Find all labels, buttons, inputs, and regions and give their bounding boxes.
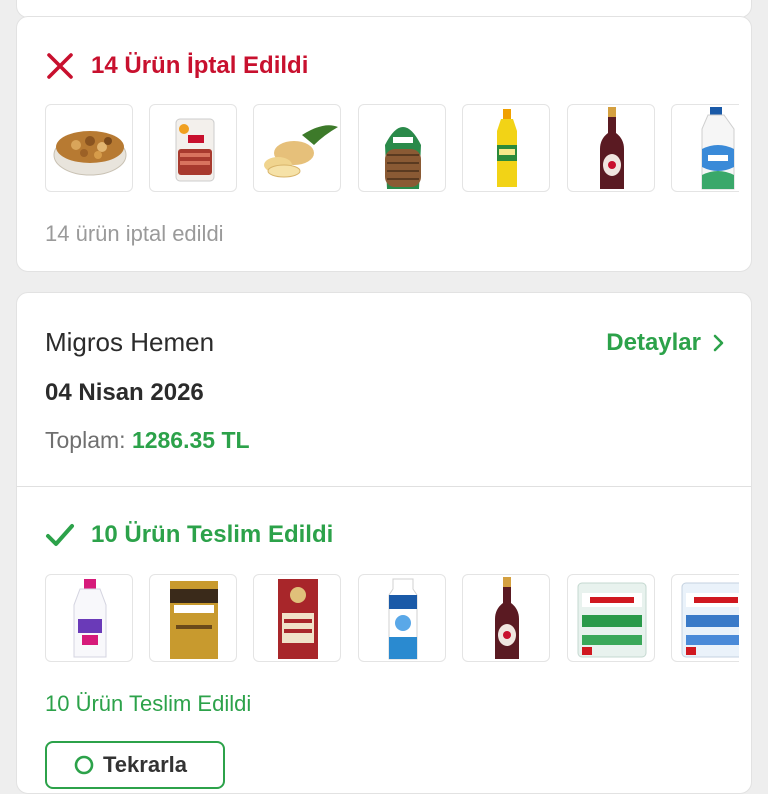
product-thumb-syrup[interactable] bbox=[567, 104, 655, 192]
repeat-icon bbox=[74, 755, 94, 775]
product-thumb-syrup-2[interactable] bbox=[462, 574, 550, 662]
cancelled-summary: 14 ürün iptal edildi bbox=[45, 221, 224, 246]
divider bbox=[17, 486, 751, 487]
product-thumb-ginger[interactable] bbox=[253, 104, 341, 192]
delivered-products-strip[interactable] bbox=[45, 574, 739, 664]
yellow-bottle-icon bbox=[497, 109, 517, 187]
water-pack-icon bbox=[577, 582, 647, 658]
order-total: Toplam: 1286.35 TL bbox=[45, 427, 250, 454]
product-thumb-water-pack-2[interactable] bbox=[671, 574, 739, 662]
product-thumb-milk-carton[interactable] bbox=[358, 574, 446, 662]
details-label: Detaylar bbox=[606, 329, 701, 356]
order-card: Migros Hemen Detaylar 04 Nisan 2026 Topl… bbox=[16, 292, 752, 794]
total-value: 1286.35 TL bbox=[131, 427, 250, 453]
details-link[interactable]: Detaylar bbox=[606, 329, 725, 357]
milk-carton-icon bbox=[388, 578, 418, 660]
product-thumb-nuts[interactable] bbox=[45, 104, 133, 192]
product-thumb-bread[interactable] bbox=[358, 104, 446, 192]
repeat-order-button[interactable]: Tekrarla bbox=[45, 741, 225, 789]
store-name: Migros Hemen bbox=[45, 327, 215, 357]
product-thumb-yellow-bottle[interactable] bbox=[462, 104, 550, 192]
close-icon bbox=[47, 53, 73, 79]
dark-syrup-bottle-icon bbox=[600, 107, 624, 189]
delivered-summary: 10 Ürün Teslim Edildi bbox=[45, 691, 252, 716]
delivered-status-row: 10 Ürün Teslim Edildi bbox=[45, 521, 333, 549]
order-date: 04 Nisan 2026 bbox=[45, 379, 204, 406]
product-thumb-filter-coffee[interactable] bbox=[253, 574, 341, 662]
check-icon bbox=[46, 524, 74, 546]
cancelled-products-strip[interactable] bbox=[45, 104, 739, 194]
detergent-bottle-icon bbox=[73, 579, 107, 658]
product-thumb-jacobs[interactable] bbox=[149, 574, 237, 662]
delivered-title: 10 Ürün Teslim Edildi bbox=[91, 521, 334, 548]
water-pack-icon bbox=[681, 582, 739, 658]
product-thumb-meat[interactable] bbox=[149, 104, 237, 192]
bread-loaf-icon bbox=[385, 127, 421, 189]
cancelled-items-card: 14 Ürün İptal Edildi 14 ürün iptal edild… bbox=[16, 16, 752, 272]
cancelled-title: 14 Ürün İptal Edildi bbox=[91, 52, 309, 79]
repeat-label: Tekrarla bbox=[103, 752, 187, 777]
cancelled-status-row: 14 Ürün İptal Edildi bbox=[45, 51, 308, 81]
chevron-right-icon bbox=[713, 334, 724, 352]
mixed-nuts-icon bbox=[53, 131, 127, 176]
coffee-package-icon bbox=[170, 581, 218, 659]
dark-syrup-bottle-icon bbox=[495, 577, 519, 659]
product-thumb-detergent[interactable] bbox=[45, 574, 133, 662]
ginger-root-icon bbox=[264, 125, 338, 178]
product-thumb-milk[interactable] bbox=[671, 104, 739, 192]
filter-coffee-package-icon bbox=[278, 579, 318, 659]
sliced-meat-pack-icon bbox=[175, 118, 215, 182]
milk-jug-icon bbox=[701, 107, 735, 190]
total-label: Toplam: bbox=[45, 427, 126, 453]
product-thumb-water-pack[interactable] bbox=[567, 574, 655, 662]
